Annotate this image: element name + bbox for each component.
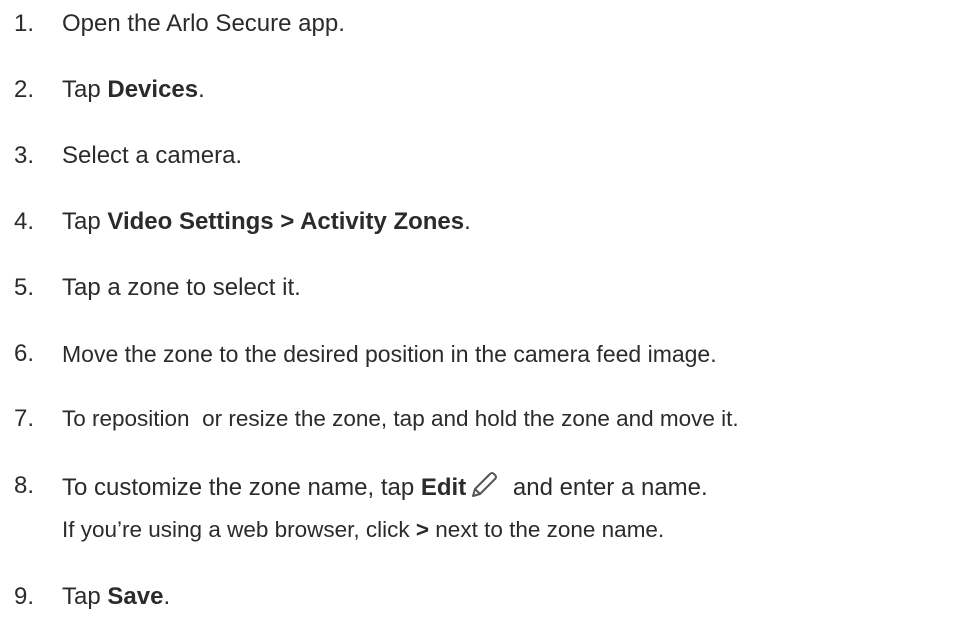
step-text-pre: If you’re using a web browser, click <box>62 517 416 542</box>
step-8: 8. To customize the zone name, tap Edit … <box>14 469 708 547</box>
step-1: 1. Open the Arlo Secure app. <box>14 7 345 41</box>
step-text: To customize the zone name, tap Edit and… <box>62 469 708 547</box>
step-text: Tap Devices. <box>62 73 205 107</box>
step-number: 2. <box>14 76 35 103</box>
ui-term-save: Save <box>107 583 164 610</box>
pencil-icon <box>468 469 500 511</box>
step-text-post: . <box>464 208 471 235</box>
step-text-post: next to the zone name. <box>429 517 665 542</box>
step-7: 7. To reposition or resize the zone, tap … <box>14 402 739 436</box>
step-number: 9. <box>14 583 35 610</box>
step-5: 5. Tap a zone to select it. <box>14 271 301 305</box>
step-text-post: and enter a name. <box>506 474 708 501</box>
step-2: 2. Tap Devices. <box>14 73 205 107</box>
step-6: 6. Move the zone to the desired position … <box>14 337 717 371</box>
step-text-post: . <box>198 76 205 103</box>
ui-term-chevron: > <box>415 517 430 542</box>
step-number: 6. <box>14 340 35 367</box>
step-text-pre: Tap <box>62 76 108 103</box>
step-number: 3. <box>14 142 35 169</box>
step-text: Open the Arlo Secure app. <box>62 10 345 37</box>
step-text-post: . <box>163 583 171 610</box>
step-text-pre: Tap <box>62 583 108 610</box>
step-text-pre: Tap <box>62 208 108 235</box>
step-text: Tap a zone to select it. <box>62 274 301 301</box>
step-number: 1. <box>14 10 35 37</box>
ui-term-edit: Edit <box>420 474 467 501</box>
step-text: To reposition or resize the zone, tap an… <box>62 406 739 431</box>
step-9: 9. Tap Save. <box>14 580 170 614</box>
step-text: Tap Video Settings > Activity Zones. <box>62 205 471 239</box>
step-number: 8. <box>14 472 35 499</box>
step-text: Tap Save. <box>62 580 170 614</box>
step-text: Select a camera. <box>62 142 243 169</box>
step-3: 3. Select a camera. <box>14 139 242 173</box>
step-number: 7. <box>14 405 35 432</box>
step-text-pre: To customize the zone name, tap <box>62 474 421 501</box>
step-8-line-2: If you’re using a web browser, click > n… <box>62 513 708 547</box>
step-number: 4. <box>14 208 35 235</box>
ui-term-devices: Devices <box>107 76 199 103</box>
step-4: 4. Tap Video Settings > Activity Zones. <box>14 205 471 239</box>
step-text: Move the zone to the desired position in… <box>62 341 717 367</box>
step-number: 5. <box>14 274 35 301</box>
step-8-line-1: To customize the zone name, tap Edit and… <box>62 472 708 501</box>
ui-term-video-settings-activity-zones: Video Settings > Activity Zones <box>107 208 465 235</box>
